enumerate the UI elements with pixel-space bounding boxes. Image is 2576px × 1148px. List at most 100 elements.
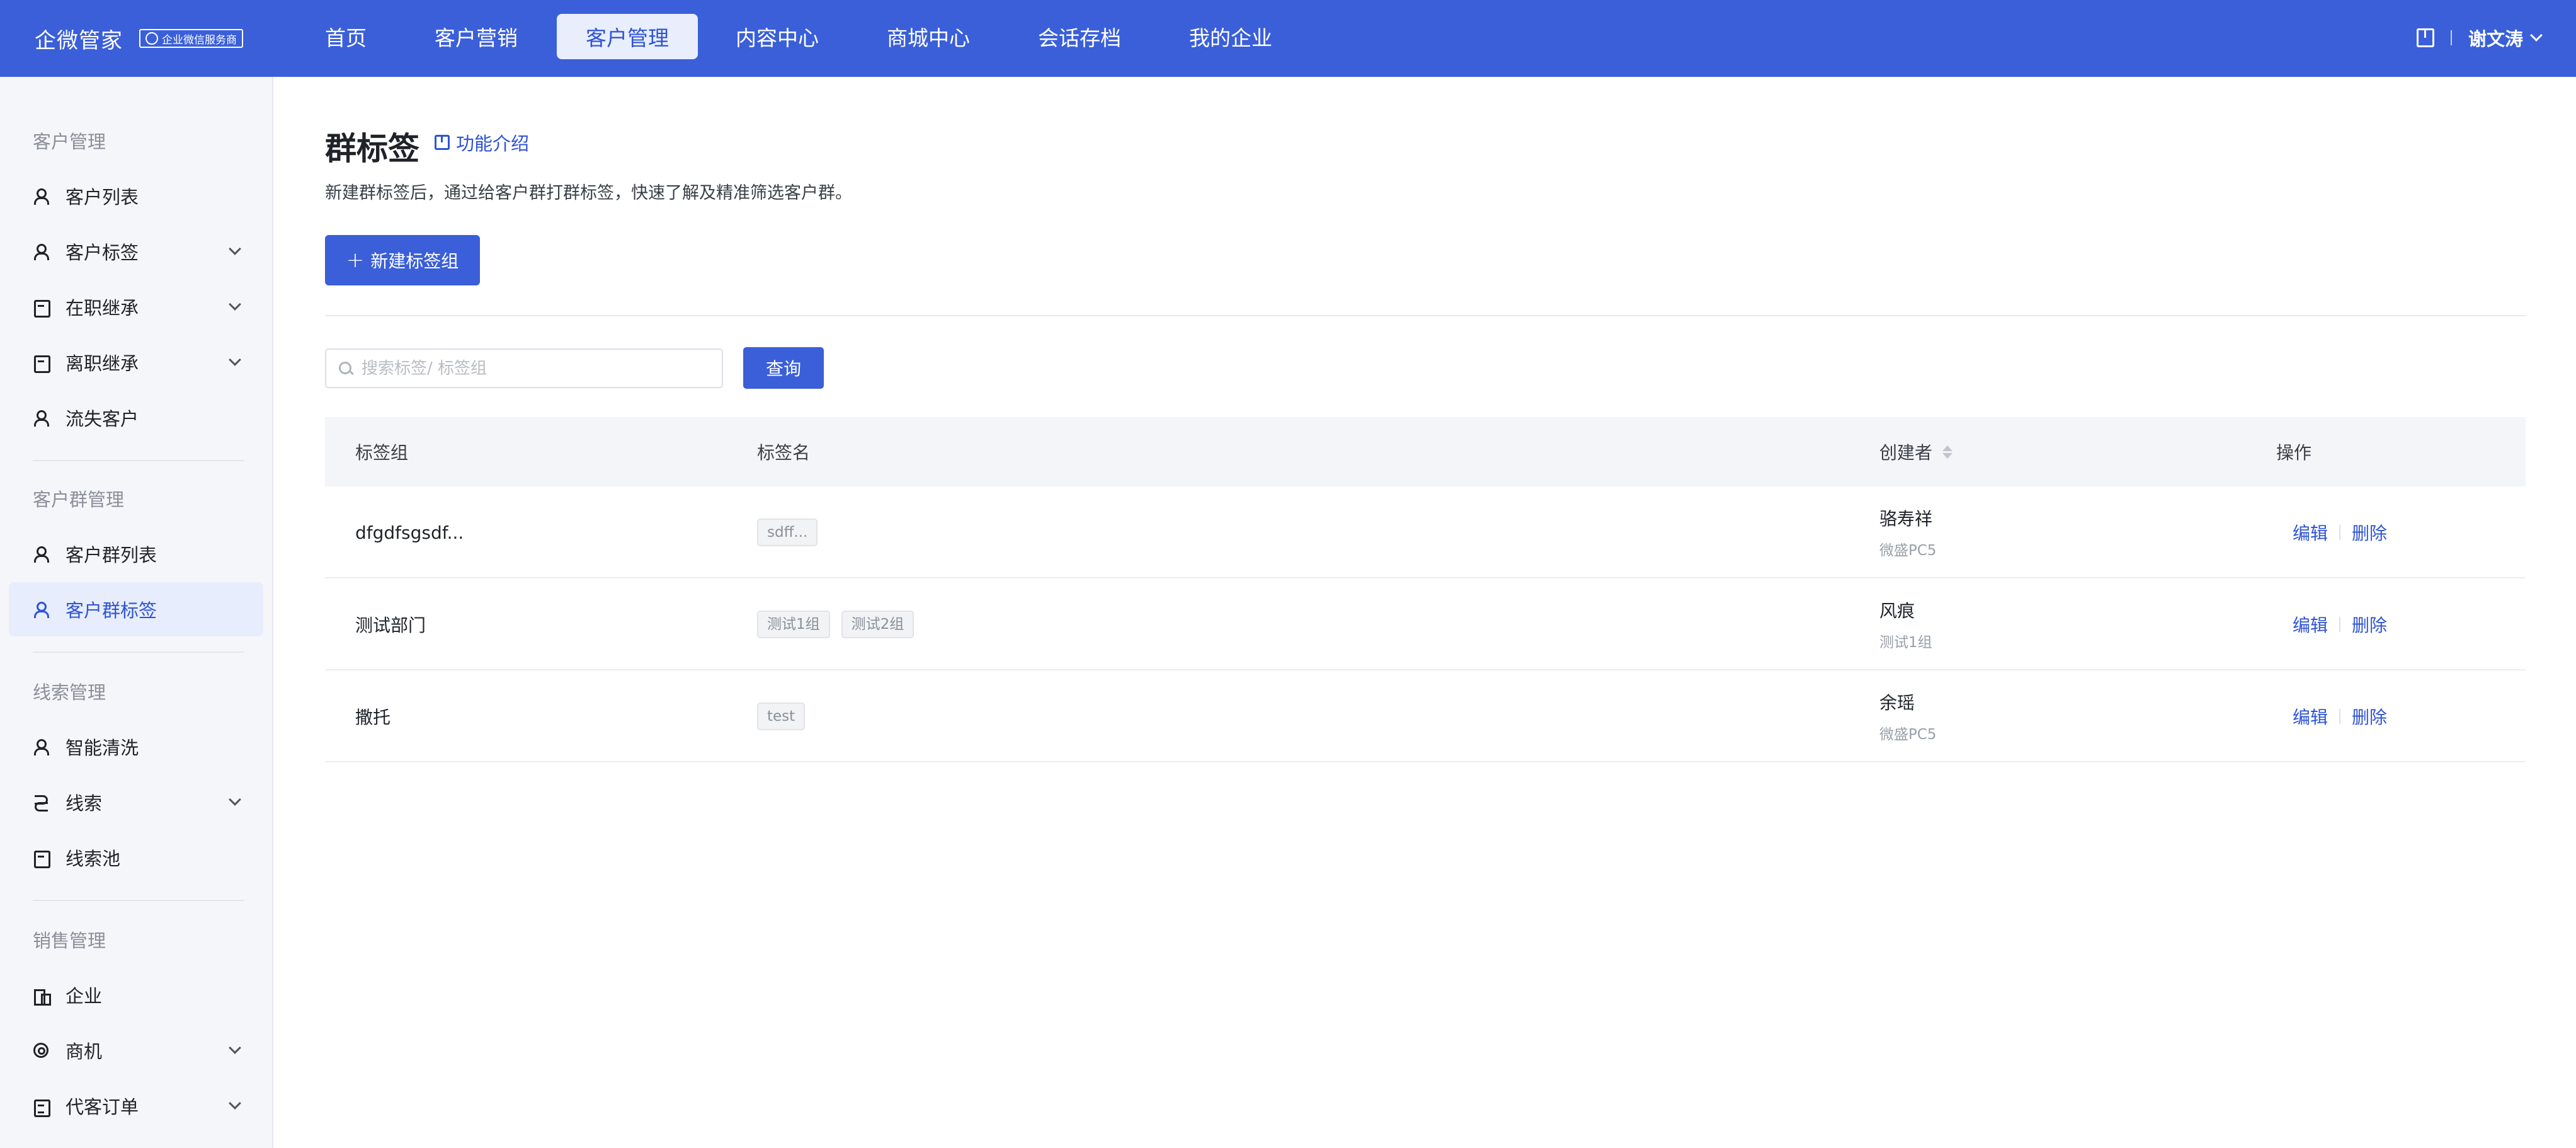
nav-customer-marketing[interactable]: 客户营销	[426, 14, 527, 59]
building-icon	[33, 987, 51, 1006]
top-navbar: 企微管家 企业微信服务商 首页 客户营销 客户管理 内容中心 商城中心 会话存档…	[0, 0, 2576, 77]
sidebar-item-enterprise[interactable]: 企业	[9, 968, 263, 1022]
sidebar: 客户管理 客户列表 客户标签 在职继承 离职继承 流失客户 客户群管理 客户群列…	[0, 77, 273, 1148]
lead-icon	[33, 794, 49, 812]
help-doc-icon[interactable]	[2416, 28, 2434, 47]
search-input[interactable]	[362, 359, 714, 378]
cell-creator: 骆寿祥 微盛PC5	[1879, 486, 1937, 578]
column-header-group: 标签组	[355, 442, 409, 463]
sidebar-item-label: 企业	[66, 985, 103, 1007]
sidebar-item-lead-pool[interactable]: 线索池	[9, 830, 263, 885]
sidebar-item-smart-clean[interactable]: 智能清洗	[9, 720, 263, 774]
sidebar-item-leads[interactable]: 线索	[9, 775, 263, 829]
chevron-down-icon	[229, 243, 241, 255]
tag-chip: test	[757, 703, 806, 730]
creator-dept: 测试1组	[1879, 634, 1932, 651]
cell-group: dfgdfsgsdf...	[355, 522, 464, 543]
tag-chip: 测试1组	[757, 611, 830, 638]
user-name[interactable]: 谢文涛	[2468, 25, 2523, 51]
creator-name: 余瑶	[1879, 692, 1915, 713]
sidebar-item-opportunities[interactable]: 商机	[9, 1023, 263, 1077]
cell-group: 撒托	[355, 707, 391, 728]
nav-my-company[interactable]: 我的企业	[1180, 14, 1281, 59]
tag-table: 标签组 标签名 创建者 操作 dfgdfsgsdf... sdff... 骆寿祥…	[325, 417, 2526, 762]
clean-icon	[33, 738, 49, 755]
user-icon	[33, 188, 49, 205]
delete-link[interactable]: 删除	[2352, 520, 2387, 545]
creator-header-label: 创建者	[1879, 442, 1933, 463]
brand[interactable]: 企微管家 企业微信服务商	[35, 23, 243, 54]
section-divider	[325, 315, 2526, 316]
wecom-logo-icon	[145, 32, 158, 45]
creator-name: 风痕	[1879, 600, 1915, 621]
sidebar-item-label: 代客订单	[66, 1096, 139, 1118]
table-row: 测试部门 测试1组 测试2组 风痕 测试1组 编辑 删除	[325, 578, 2526, 670]
page-description: 新建群标签后，通过给客户群打群标签，快速了解及精准筛选客户群。	[325, 183, 852, 203]
page-title: 群标签	[325, 130, 419, 167]
top-right-area: 谢文涛	[2416, 24, 2543, 52]
search-icon	[339, 361, 353, 376]
chevron-down-icon	[229, 1042, 241, 1054]
sidebar-item-lost-customers[interactable]: 流失客户	[9, 391, 263, 445]
cell-creator: 风痕 测试1组	[1879, 578, 1932, 670]
sidebar-item-customer-tags[interactable]: 客户标签	[9, 224, 263, 278]
chevron-down-icon	[229, 1097, 241, 1110]
service-provider-badge: 企业微信服务商	[139, 29, 243, 48]
nav-mall-center[interactable]: 商城中心	[878, 14, 979, 59]
order-icon	[33, 1098, 50, 1117]
sidebar-item-group-list[interactable]: 客户群列表	[9, 527, 263, 581]
sidebar-item-label: 在职继承	[66, 297, 139, 319]
cell-ops: 编辑 删除	[2293, 578, 2387, 670]
group-tag-icon	[33, 601, 49, 618]
sidebar-item-label: 线索池	[66, 848, 121, 870]
cell-tags: sdff...	[757, 486, 829, 578]
divider	[2339, 525, 2341, 540]
sidebar-item-group-tags[interactable]: 客户群标签	[9, 582, 263, 636]
feature-intro-link[interactable]: 功能介绍	[435, 130, 529, 155]
new-tag-group-button[interactable]: + 新建标签组	[325, 235, 480, 285]
query-button[interactable]: 查询	[743, 347, 824, 389]
nav-content-center[interactable]: 内容中心	[727, 14, 828, 59]
edit-link[interactable]: 编辑	[2293, 612, 2328, 637]
sidebar-item-onjob-transfer[interactable]: 在职继承	[9, 280, 263, 334]
brand-name: 企微管家	[35, 28, 123, 54]
sidebar-item-label: 客户群标签	[66, 600, 157, 621]
edit-link[interactable]: 编辑	[2293, 704, 2328, 729]
sidebar-item-label: 线索	[66, 793, 103, 814]
creator-dept: 微盛PC5	[1879, 542, 1937, 559]
lost-user-icon	[33, 410, 49, 427]
cell-creator: 余瑶 微盛PC5	[1879, 670, 1937, 762]
tag-chip: sdff...	[757, 519, 818, 546]
nav-home[interactable]: 首页	[312, 14, 379, 59]
column-header-tags: 标签名	[757, 442, 811, 463]
sidebar-item-label: 智能清洗	[66, 737, 139, 759]
new-tag-group-label: 新建标签组	[370, 251, 459, 272]
chevron-down-icon[interactable]	[2530, 29, 2543, 42]
book-icon	[435, 135, 450, 150]
search-box	[325, 348, 723, 388]
nav-chat-archive[interactable]: 会话存档	[1029, 14, 1130, 59]
sidebar-item-label: 商机	[66, 1041, 103, 1062]
table-header: 标签组 标签名 创建者 操作	[325, 417, 2526, 486]
tag-chip: 测试2组	[841, 611, 915, 638]
group-icon	[33, 546, 49, 563]
sidebar-item-proxy-orders[interactable]: 代客订单	[9, 1079, 263, 1133]
nav-customer-management[interactable]: 客户管理	[557, 14, 698, 59]
sidebar-section-title: 客户管理	[33, 131, 106, 152]
sidebar-item-resigned-transfer[interactable]: 离职继承	[9, 335, 263, 389]
delete-link[interactable]: 删除	[2352, 704, 2387, 729]
sort-icon[interactable]	[1942, 445, 1953, 459]
badge-label: 企业微信服务商	[162, 33, 237, 47]
column-header-creator[interactable]: 创建者	[1879, 417, 1953, 486]
chevron-down-icon	[229, 298, 241, 311]
creator-name: 骆寿祥	[1879, 508, 1933, 529]
sidebar-item-label: 客户列表	[66, 187, 139, 208]
cell-ops: 编辑 删除	[2293, 486, 2387, 578]
edit-link[interactable]: 编辑	[2293, 520, 2328, 545]
sidebar-divider	[33, 900, 244, 901]
chevron-down-icon	[229, 793, 241, 806]
sidebar-item-customer-list[interactable]: 客户列表	[9, 169, 263, 223]
sidebar-item-label: 离职继承	[66, 353, 139, 374]
delete-link[interactable]: 删除	[2352, 612, 2387, 637]
divider	[2450, 30, 2452, 45]
